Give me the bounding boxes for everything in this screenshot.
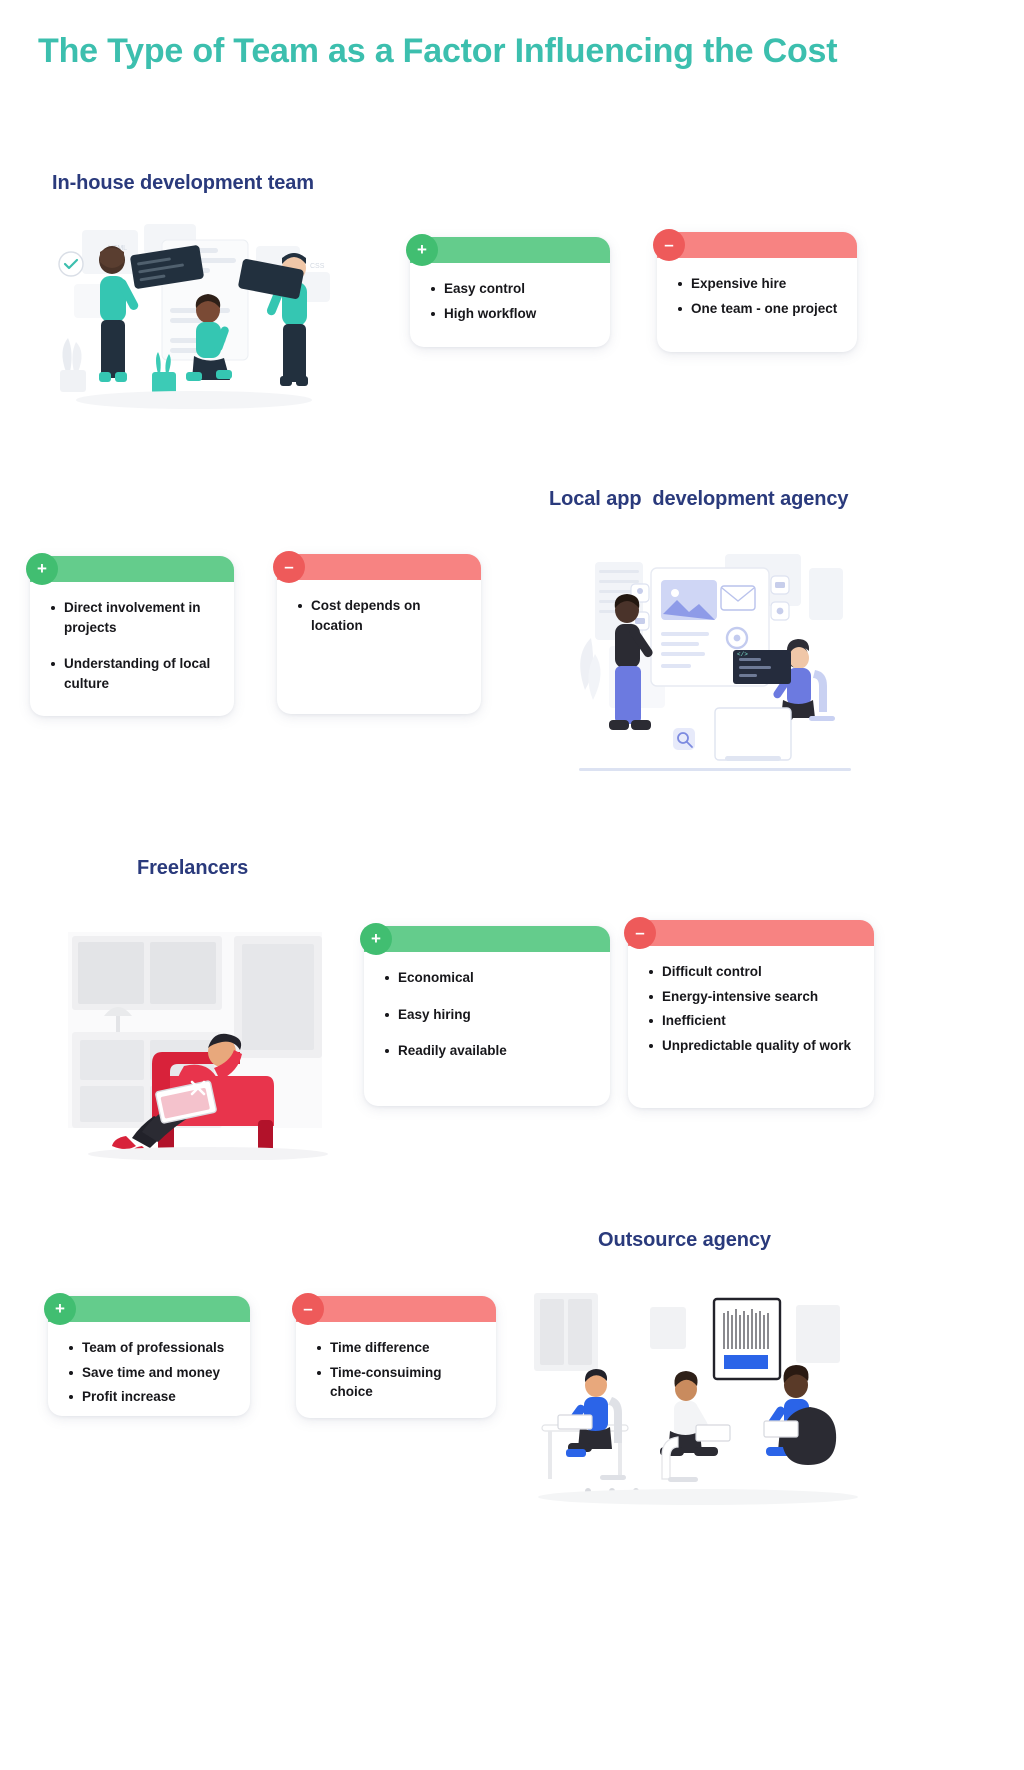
in-house-team-illustration: HTML CSS	[44, 222, 344, 432]
pros-list-freelancers: Economical Easy hiring Readily available	[364, 952, 610, 1077]
outsource-agency-illustration	[528, 1285, 868, 1515]
card-header-bar-negative: –	[653, 229, 857, 261]
card-header-bar-negative: –	[292, 1293, 496, 1325]
pros-list-local-agency: Direct involvement in projects Understan…	[30, 582, 234, 709]
list-item: Direct involvement in projects	[51, 598, 220, 637]
pros-card-local-agency[interactable]: + Direct involvement in projects Underst…	[26, 553, 234, 716]
plus-icon: +	[44, 1293, 76, 1325]
list-item: Expensive hire	[678, 274, 843, 294]
cons-list-freelancers: Difficult control Energy-intensive searc…	[628, 946, 874, 1071]
minus-icon: –	[292, 1293, 324, 1325]
cons-card-freelancers[interactable]: – Difficult control Energy-intensive sea…	[624, 917, 874, 1108]
cons-list-in-house: Expensive hire One team - one project	[657, 258, 857, 334]
list-item: Profit increase	[69, 1387, 236, 1407]
card-header-bar-positive: +	[26, 553, 234, 585]
list-item: Difficult control	[649, 962, 860, 982]
list-item: Unpredictable quality of work	[649, 1036, 860, 1056]
list-item: Easy hiring	[385, 1005, 596, 1025]
page-title: The Type of Team as a Factor Influencing…	[38, 32, 838, 70]
cons-card-local-agency[interactable]: – Cost depends on location	[273, 551, 481, 714]
list-item: High workflow	[431, 304, 596, 324]
card-header-bar-positive: +	[44, 1293, 250, 1325]
list-item: One team - one project	[678, 299, 843, 319]
freelancer-illustration	[62, 920, 340, 1160]
local-agency-illustration: </>	[565, 540, 865, 790]
pros-card-in-house[interactable]: + Easy control High workflow	[406, 234, 610, 347]
cons-list-outsource: Time difference Time-consuiming choice	[296, 1322, 496, 1418]
svg-text:CSS: CSS	[310, 263, 325, 270]
minus-icon: –	[653, 229, 685, 261]
list-item: Readily available	[385, 1041, 596, 1061]
card-header-bar-positive: +	[360, 923, 610, 955]
card-header-bar-negative: –	[273, 551, 481, 583]
section-heading-in-house: In-house development team	[52, 172, 314, 194]
minus-icon: –	[273, 551, 305, 583]
cons-card-in-house[interactable]: – Expensive hire One team - one project	[653, 229, 857, 352]
list-item: Economical	[385, 968, 596, 988]
minus-icon: –	[624, 917, 656, 949]
section-heading-local-agency: Local app development agency	[549, 488, 849, 510]
plus-icon: +	[26, 553, 58, 585]
section-heading-freelancers: Freelancers	[137, 857, 249, 879]
card-header-bar-negative: –	[624, 917, 874, 949]
list-item: Save time and money	[69, 1363, 236, 1383]
section-heading-outsource: Outsource agency	[598, 1229, 771, 1251]
list-item: Time difference	[317, 1338, 482, 1358]
list-item: Team of professionals	[69, 1338, 236, 1358]
plus-icon: +	[360, 923, 392, 955]
list-item: Time-consuiming choice	[317, 1363, 482, 1402]
list-item: Inefficient	[649, 1011, 860, 1031]
pros-card-outsource[interactable]: + Team of professionals Save time and mo…	[44, 1293, 250, 1416]
svg-text:</>: </>	[737, 651, 748, 658]
cons-card-outsource[interactable]: – Time difference Time-consuiming choice	[292, 1293, 496, 1418]
list-item: Cost depends on location	[298, 596, 467, 635]
list-item: Energy-intensive search	[649, 987, 860, 1007]
list-item: Understanding of local culture	[51, 654, 220, 693]
list-item: Easy control	[431, 279, 596, 299]
pros-list-outsource: Team of professionals Save time and mone…	[48, 1322, 250, 1423]
card-header-bar-positive: +	[406, 234, 610, 266]
cons-list-local-agency: Cost depends on location	[277, 580, 481, 651]
plus-icon: +	[406, 234, 438, 266]
pros-list-in-house: Easy control High workflow	[410, 263, 610, 339]
pros-card-freelancers[interactable]: + Economical Easy hiring Readily availab…	[360, 923, 610, 1106]
